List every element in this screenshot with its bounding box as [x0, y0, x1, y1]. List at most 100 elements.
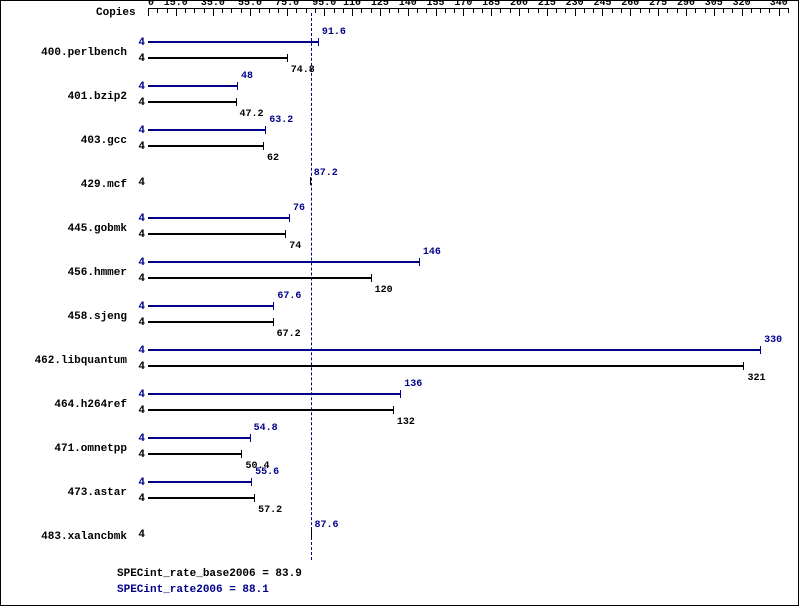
- bar-base: 57.2: [148, 497, 254, 499]
- axis-tick: [463, 8, 464, 16]
- axis-tick: [640, 8, 641, 13]
- benchmark-name: 400.perlbench: [13, 47, 127, 59]
- bar-base: 74.8: [148, 57, 287, 59]
- peak-value: 76: [293, 203, 305, 214]
- bar-base: 67.2: [148, 321, 273, 323]
- benchmark-row: 403.gcc4463.262: [1, 119, 798, 163]
- spec-chart: Copies 015.035.055.075.095.0110125140155…: [0, 0, 799, 606]
- peak-value: 87.2: [314, 168, 338, 179]
- benchmark-name: 462.libquantum: [13, 355, 127, 367]
- axis-tick: [528, 8, 529, 13]
- footer-base-score: SPECint_rate_base2006 = 83.9: [117, 568, 302, 580]
- copies-value-base: 4: [129, 449, 145, 461]
- axis-tick: [723, 8, 724, 13]
- copies-value-peak: 4: [129, 213, 145, 225]
- copies-value-peak: 4: [129, 389, 145, 401]
- copies-value: 4: [129, 177, 145, 189]
- benchmark-row: 456.hmmer44146120: [1, 251, 798, 295]
- axis-tick-label: 290: [677, 0, 695, 9]
- bar-base: 62: [148, 145, 263, 147]
- copies-value-base: 4: [129, 405, 145, 417]
- axis-tick: [306, 8, 307, 13]
- footer-peak-score: SPECint_rate2006 = 88.1: [117, 584, 269, 596]
- axis-tick-label: 15.0: [164, 0, 188, 9]
- bar-peak: 146: [148, 261, 419, 263]
- copies-value-peak: 4: [129, 37, 145, 49]
- bar-peak: 91.6: [148, 41, 318, 43]
- bar-peak: 55.6: [148, 481, 251, 483]
- benchmark-row: 429.mcf487.2: [1, 163, 798, 207]
- axis-tick-label: 170: [454, 0, 472, 9]
- axis-tick-label: 185: [482, 0, 500, 9]
- axis-tick-label: 245: [593, 0, 611, 9]
- axis-tick: [602, 8, 603, 16]
- copies-value-peak: 4: [129, 301, 145, 313]
- axis-tick-label: 275: [649, 0, 667, 9]
- axis-tick: [500, 8, 501, 13]
- peak-value: 91.6: [322, 27, 346, 38]
- axis-tick: [519, 8, 520, 16]
- benchmark-name: 471.omnetpp: [13, 443, 127, 455]
- axis-tick-label: 200: [510, 0, 528, 9]
- axis-tick: [194, 8, 195, 13]
- copies-value: 4: [129, 529, 145, 541]
- axis-tick: [575, 8, 576, 16]
- copies-value-base: 4: [129, 493, 145, 505]
- x-axis: 015.035.055.075.095.01101251401551701852…: [148, 8, 788, 29]
- axis-tick: [612, 8, 613, 13]
- benchmark-row: 400.perlbench4491.674.8: [1, 31, 798, 75]
- bar-peak: 76: [148, 217, 289, 219]
- axis-tick: [779, 8, 780, 16]
- axis-tick: [491, 8, 492, 16]
- bar-peak: 67.6: [148, 305, 273, 307]
- copies-value-peak: 4: [129, 433, 145, 445]
- copies-value-peak: 4: [129, 345, 145, 357]
- axis-tick: [157, 8, 158, 13]
- copies-column-header: Copies: [96, 7, 136, 19]
- axis-tick: [231, 8, 232, 13]
- axis-tick-label: 340: [770, 0, 788, 9]
- copies-value-base: 4: [129, 141, 145, 153]
- benchmark-name: 464.h264ref: [13, 399, 127, 411]
- axis-tick: [473, 8, 474, 13]
- benchmark-row: 462.libquantum44330321: [1, 339, 798, 383]
- axis-tick-label: 155: [427, 0, 445, 9]
- axis-tick-label: 230: [566, 0, 584, 9]
- copies-value-peak: 4: [129, 257, 145, 269]
- copies-value-base: 4: [129, 53, 145, 65]
- axis-tick: [584, 8, 585, 13]
- bar-base: 47.2: [148, 101, 236, 103]
- axis-tick: [148, 8, 149, 16]
- benchmark-name: 456.hmmer: [13, 267, 127, 279]
- copies-value-base: 4: [129, 229, 145, 241]
- benchmark-name: 473.astar: [13, 487, 127, 499]
- bar-base: 74: [148, 233, 285, 235]
- peak-value: 63.2: [269, 115, 293, 126]
- bar-base: 132: [148, 409, 393, 411]
- axis-tick-label: 320: [733, 0, 751, 9]
- axis-tick: [269, 8, 270, 13]
- axis-tick: [380, 8, 381, 16]
- axis-tick: [547, 8, 548, 16]
- axis-tick-label: 75.0: [275, 0, 299, 9]
- bar-combined: 87.2: [148, 180, 310, 184]
- axis-tick-label: 260: [621, 0, 639, 9]
- axis-tick: [417, 8, 418, 13]
- axis-tick: [324, 8, 325, 16]
- bar-base: 120: [148, 277, 371, 279]
- axis-tick-label: 110: [343, 0, 361, 9]
- axis-tick: [352, 8, 353, 16]
- axis-tick: [176, 8, 177, 16]
- peak-value: 55.6: [255, 467, 279, 478]
- axis-tick: [658, 8, 659, 16]
- axis-tick-label: 140: [399, 0, 417, 9]
- axis-tick-label: 305: [705, 0, 723, 9]
- benchmark-name: 483.xalancbmk: [13, 531, 127, 543]
- bar-base: 321: [148, 365, 743, 367]
- peak-value: 67.6: [277, 291, 301, 302]
- benchmark-name: 401.bzip2: [13, 91, 127, 103]
- copies-value-peak: 4: [129, 125, 145, 137]
- axis-tick: [213, 8, 214, 16]
- benchmark-row: 473.astar4455.657.2: [1, 471, 798, 515]
- axis-tick: [556, 8, 557, 13]
